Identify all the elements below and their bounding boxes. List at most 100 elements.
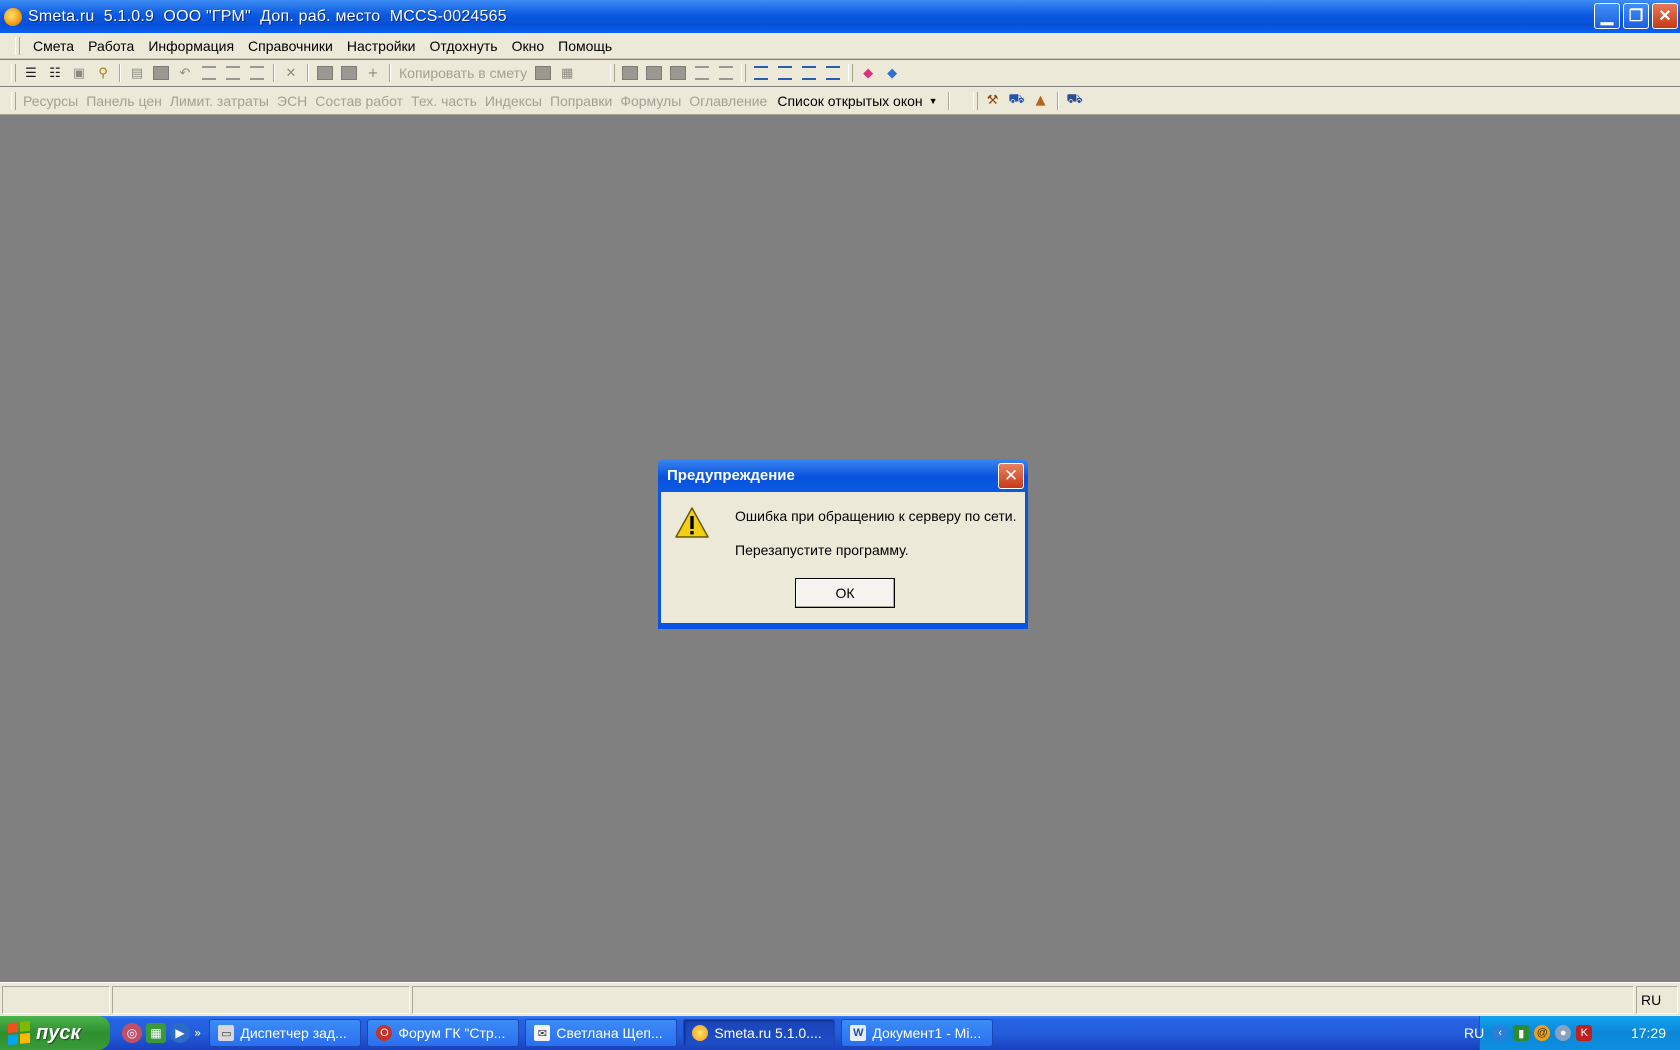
grid-button-3[interactable] bbox=[668, 63, 688, 83]
tool-bricks-button[interactable]: ▲ bbox=[1031, 91, 1051, 111]
tree-button-2[interactable] bbox=[716, 63, 736, 83]
dialog-close-button[interactable]: ✕ bbox=[998, 463, 1024, 489]
toolbar-grip[interactable] bbox=[848, 64, 854, 82]
indent-button-2[interactable] bbox=[775, 63, 795, 83]
list-button-1[interactable] bbox=[199, 63, 219, 83]
close-window-button[interactable]: ✕ bbox=[1652, 3, 1678, 29]
paste-icon bbox=[535, 66, 552, 80]
mail-icon: ✉ bbox=[534, 1025, 551, 1041]
book-pink-button[interactable]: ◆ bbox=[858, 63, 878, 83]
tool-truck-button[interactable]: ⛟ bbox=[1007, 91, 1027, 111]
grid-button-2[interactable] bbox=[644, 63, 664, 83]
menu-smeta[interactable]: Смета bbox=[26, 36, 81, 56]
task-button-smeta[interactable]: Smeta.ru 5.1.0.... bbox=[683, 1019, 836, 1047]
start-button[interactable]: пуск bbox=[0, 1016, 110, 1050]
task-button-forum[interactable]: O Форум ГК "Стр... bbox=[367, 1019, 520, 1047]
hammer-icon: ⚒ bbox=[986, 93, 999, 108]
tray-language[interactable]: RU bbox=[1464, 1025, 1484, 1041]
toolbar-grip[interactable] bbox=[610, 64, 616, 82]
stop-button[interactable] bbox=[151, 63, 171, 83]
tool-hammer-button[interactable]: ⚒ bbox=[983, 91, 1003, 111]
menu-rabota[interactable]: Работа bbox=[81, 36, 141, 56]
tb-esn[interactable]: ЭСН bbox=[273, 93, 311, 109]
copy-to-estimate-button[interactable]: Копировать в смету bbox=[395, 65, 531, 81]
browser-icon[interactable]: ◎ bbox=[122, 1023, 142, 1043]
task-label: Документ1 - Mi... bbox=[872, 1025, 982, 1041]
tb-limit-zatraty[interactable]: Лимит. затраты bbox=[166, 93, 273, 109]
menu-pomoshch[interactable]: Помощь bbox=[551, 36, 619, 56]
save-icon: ▤ bbox=[130, 65, 144, 81]
tb-indeksy[interactable]: Индексы bbox=[481, 93, 546, 109]
chevron-down-icon: ▼ bbox=[928, 95, 938, 106]
add-row-button[interactable]: + bbox=[363, 63, 383, 83]
task-button-word[interactable]: W Документ1 - Mi... bbox=[841, 1019, 994, 1047]
toolbar-grip[interactable] bbox=[11, 64, 16, 82]
tb-tekh-chast[interactable]: Тех. часть bbox=[407, 93, 481, 109]
dialog-body: Ошибка при обращению к серверу по сети. … bbox=[661, 492, 1025, 623]
tree-lines-icon bbox=[695, 66, 710, 80]
copy-button[interactable] bbox=[339, 63, 359, 83]
dialog-message-line1: Ошибка при обращению к серверу по сети. bbox=[735, 508, 1017, 524]
list-button-3[interactable] bbox=[247, 63, 267, 83]
stamp-button[interactable] bbox=[315, 63, 335, 83]
indent-button-1[interactable] bbox=[751, 63, 771, 83]
menu-informatsiya[interactable]: Информация bbox=[141, 36, 241, 56]
tb-panel-tsen[interactable]: Панель цен bbox=[82, 93, 166, 109]
tray-expand-icon[interactable]: ‹ bbox=[1492, 1025, 1509, 1041]
calc-button[interactable]: ▣ bbox=[69, 63, 89, 83]
tb-resursy[interactable]: Ресурсы bbox=[19, 93, 82, 109]
minimize-button[interactable]: ▁ bbox=[1594, 3, 1620, 29]
open-windows-dropdown[interactable]: Список открытых окон ▼ bbox=[771, 90, 943, 112]
tool-machine-button[interactable]: ⛟ bbox=[1065, 91, 1085, 111]
stamp-icon bbox=[317, 66, 333, 80]
grid-button-1[interactable] bbox=[620, 63, 640, 83]
tray-chat-icon[interactable]: ● bbox=[1555, 1025, 1572, 1041]
menubar-grip[interactable] bbox=[15, 36, 20, 55]
menu-nastroyki[interactable]: Настройки bbox=[340, 36, 423, 56]
tb-popravki[interactable]: Поправки bbox=[546, 93, 616, 109]
tray-antivirus-icon[interactable]: K bbox=[1576, 1025, 1593, 1041]
task-label: Форум ГК "Стр... bbox=[398, 1025, 506, 1041]
restore-button[interactable]: ❐ bbox=[1623, 3, 1649, 29]
book-blue-button[interactable]: ◆ bbox=[882, 63, 902, 83]
tray-network-icon[interactable]: ▮ bbox=[1513, 1025, 1530, 1041]
tray-mail-agent-icon[interactable]: @ bbox=[1534, 1025, 1551, 1041]
undo-button[interactable]: ↶ bbox=[175, 63, 195, 83]
picture-icon[interactable]: ▦ bbox=[146, 1023, 166, 1043]
toolbar-grip[interactable] bbox=[741, 64, 747, 82]
status-lang-panel: RU bbox=[1636, 986, 1678, 1014]
media-player-icon[interactable]: ▶ bbox=[170, 1023, 190, 1043]
clipboard-button[interactable]: ▦ bbox=[557, 63, 577, 83]
find-button[interactable]: ⚲ bbox=[93, 63, 113, 83]
tray-clock[interactable]: 17:29 bbox=[1631, 1025, 1666, 1041]
task-button-task-manager[interactable]: ▭ Диспетчер зад... bbox=[209, 1019, 362, 1047]
toolbar-grip[interactable] bbox=[11, 91, 16, 110]
bricks-icon: ▲ bbox=[1035, 93, 1046, 108]
tb-sostav-rabot[interactable]: Состав работ bbox=[311, 93, 407, 109]
list-button-2[interactable] bbox=[223, 63, 243, 83]
window-titlebar[interactable]: Smeta.ru 5.1.0.9 ООО "ГРМ" Доп. раб. мес… bbox=[0, 0, 1680, 33]
quick-launch-more-icon[interactable]: » bbox=[194, 1026, 201, 1040]
save-button[interactable]: ▤ bbox=[127, 63, 147, 83]
menu-okno[interactable]: Окно bbox=[505, 36, 552, 56]
toolbar-grip[interactable] bbox=[972, 91, 978, 110]
delete-button[interactable]: ✕ bbox=[281, 63, 301, 83]
menu-spravochniki[interactable]: Справочники bbox=[241, 36, 340, 56]
task-manager-icon: ▭ bbox=[218, 1025, 235, 1041]
tree-collapse-button[interactable]: ☷ bbox=[45, 63, 65, 83]
tree-button-1[interactable] bbox=[692, 63, 712, 83]
indent-button-3[interactable] bbox=[799, 63, 819, 83]
status-panel-2 bbox=[112, 986, 410, 1014]
status-panel-3 bbox=[412, 986, 1634, 1014]
tb-oglavlenie[interactable]: Оглавление bbox=[685, 93, 771, 109]
dialog-titlebar[interactable]: Предупреждение bbox=[658, 459, 1028, 492]
task-button-mail[interactable]: ✉ Светлана Щеп... bbox=[525, 1019, 678, 1047]
calculator-icon: ▣ bbox=[72, 65, 86, 81]
indent-button-4[interactable] bbox=[823, 63, 843, 83]
menu-otdokhnut[interactable]: Отдохнуть bbox=[423, 36, 505, 56]
ok-button[interactable]: ОК bbox=[795, 578, 895, 608]
tb-formuly[interactable]: Формулы bbox=[616, 93, 685, 109]
tree-view-button[interactable]: ☰ bbox=[21, 63, 41, 83]
list-outdent-icon bbox=[250, 66, 264, 80]
paste-button[interactable] bbox=[533, 63, 553, 83]
